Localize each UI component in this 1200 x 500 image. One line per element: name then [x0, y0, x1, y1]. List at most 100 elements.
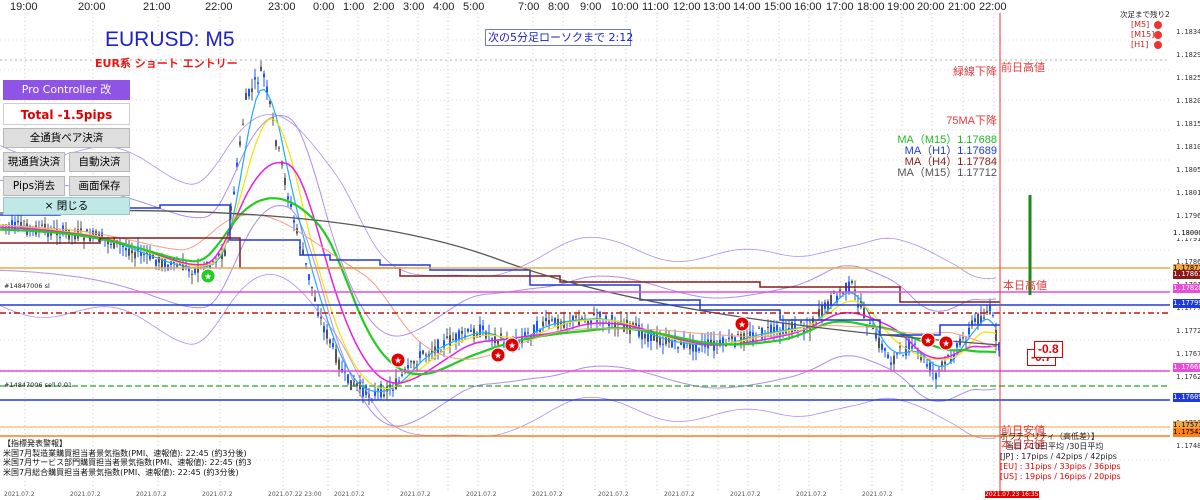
candle-body — [437, 339, 439, 354]
candle-body — [821, 304, 823, 316]
candle-body — [542, 321, 544, 327]
candle-body — [224, 250, 226, 256]
price-level-tag: 1.17542 — [1173, 428, 1200, 437]
tf-m15: [M15] — [1131, 30, 1155, 39]
candle-body — [362, 387, 364, 397]
time-label: 10:00 — [611, 1, 639, 13]
candle-body — [572, 315, 574, 321]
time-label: 11:00 — [642, 1, 669, 13]
candle-body — [893, 355, 895, 365]
star-icon: ★ — [924, 337, 932, 347]
candle-body — [995, 329, 997, 341]
ma75-down-label: 75MA下降 — [946, 115, 997, 127]
candle-body — [641, 330, 643, 340]
date-label: 2021.07.2 — [136, 491, 167, 498]
frown-icon — [1154, 31, 1162, 39]
candle-body — [830, 295, 832, 306]
candle-body — [233, 191, 235, 195]
candle-body — [881, 343, 883, 350]
time-label: 0:00 — [313, 1, 335, 13]
candle-body — [134, 252, 136, 259]
candle-body — [800, 321, 802, 323]
time-label: 12:00 — [673, 1, 701, 13]
candle-body — [902, 355, 904, 357]
time-axis-top: 19:00 20:00 21:00 22:00 23:00 0:00 1:00 2:00 3:0… — [0, 0, 1007, 13]
candle-body — [278, 147, 280, 149]
candle-body — [947, 354, 949, 356]
candle-body — [338, 359, 340, 370]
candle-body — [401, 374, 403, 376]
price-level-tag: 1.18000 — [1173, 229, 1200, 238]
candle-body — [722, 337, 724, 345]
time-axis-bottom: 2021.07.2 2021.07.2 2021.07.2 2021.07.2 2021… — [0, 491, 1170, 500]
candle-body — [644, 334, 646, 339]
save-screen-button[interactable]: 画面保存 — [69, 176, 130, 196]
candle-body — [254, 77, 256, 80]
candle-body — [176, 265, 178, 267]
total-pips: Total -1.5pips — [3, 103, 130, 125]
pips-clear-button[interactable]: Pips消去 — [3, 176, 65, 196]
price-axis-label: 1.18250 — [1176, 74, 1200, 82]
candle-body — [497, 340, 499, 345]
date-label: 2021.07.2 — [70, 491, 101, 498]
time-label: 15:00 — [764, 1, 792, 13]
time-label: 14:00 — [733, 1, 761, 13]
auto-close-button[interactable]: 自動決済 — [69, 152, 130, 172]
candle-body — [80, 228, 82, 231]
frown-icon — [1154, 21, 1162, 29]
candle-body — [293, 220, 295, 223]
price-axis-label: 1.18154 — [1176, 120, 1200, 128]
candle-body — [83, 237, 85, 241]
candle-body — [926, 364, 928, 367]
price-axis-label: 1.18058 — [1176, 166, 1200, 174]
candle-body — [992, 315, 994, 317]
candle-body — [548, 320, 550, 325]
position-pips-b: -0.8 — [1034, 341, 1063, 358]
time-label: 7:00 — [518, 1, 540, 13]
price-axis-label: 1.18202 — [1176, 97, 1200, 105]
candle-body — [899, 346, 901, 348]
volatility-row-eu: [EU] : 31pips / 33pips / 36pips — [1000, 462, 1121, 471]
news-item: 米国7月サービス部門購買担当者景気指数(PMI、速報値): 22:45 (約3 — [3, 458, 252, 467]
chart-title: EURUSD: M5 — [105, 28, 235, 51]
candle-body — [647, 333, 649, 342]
candle-body — [914, 343, 916, 345]
panel-title-button[interactable]: Pro Controller 改 — [3, 80, 130, 100]
candle-body — [776, 325, 778, 331]
candle-body — [737, 333, 739, 335]
close-panel-button[interactable]: × 閉じる — [3, 197, 130, 215]
entry-signal-text: EUR系 ショート エントリー — [95, 57, 238, 70]
candle-body — [695, 344, 697, 352]
candle-body — [482, 325, 484, 330]
candle-body — [311, 286, 313, 289]
candle-body — [290, 204, 292, 208]
star-icon: ★ — [494, 352, 502, 362]
time-label: 17:00 — [826, 1, 854, 13]
candle-body — [605, 315, 607, 320]
candle-body — [398, 380, 400, 382]
candle-body — [461, 331, 463, 334]
time-label: 8:00 — [548, 1, 570, 13]
candle-body — [854, 289, 856, 291]
news-item: 米国7月製造業購買担当者景気指数(PMI、速報値): 22:45 (約3分後) — [3, 448, 247, 458]
candle-body — [962, 337, 964, 339]
candle-body — [413, 360, 415, 364]
candle-body — [611, 314, 613, 320]
news-item: 米国7月総合購買担当者景気指数(PMI、速報値): 22:45 (約3分後) — [3, 467, 239, 477]
news-heading: 【指標発表警報】 — [3, 439, 67, 448]
candle-body — [728, 337, 730, 340]
candle-body — [740, 333, 742, 344]
candle-body — [407, 365, 409, 369]
candle-body — [869, 323, 871, 325]
close-current-pair-button[interactable]: 現通貨決済 — [3, 152, 65, 172]
candle-body — [251, 88, 253, 92]
candle-body — [41, 224, 43, 226]
time-label: 22:00 — [979, 1, 1007, 13]
time-label: 3:00 — [403, 1, 425, 13]
close-all-pairs-button[interactable]: 全通貨ペア決済 — [3, 128, 130, 148]
price-axis-label: 1.17674 — [1176, 350, 1200, 358]
candle-body — [323, 325, 325, 333]
candle-body — [239, 141, 241, 146]
candle-body — [350, 380, 352, 390]
date-label: 2021.07.2 — [400, 491, 431, 498]
